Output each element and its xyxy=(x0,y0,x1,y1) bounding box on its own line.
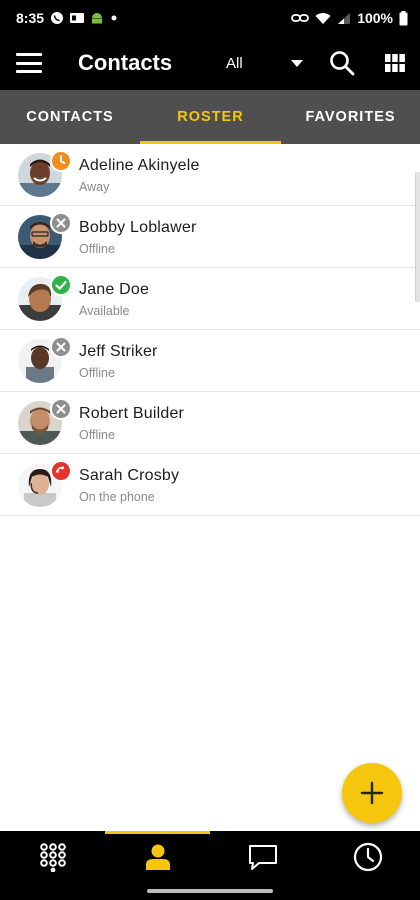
roster-list: Adeline Akinyele Away Bobby Loblawer Off… xyxy=(0,144,420,516)
app-bar: Contacts All xyxy=(0,36,420,90)
contact-name: Robert Builder xyxy=(79,405,185,422)
list-item[interactable]: Jane Doe Available xyxy=(0,268,420,330)
page-title: Contacts xyxy=(78,50,173,75)
filter-dropdown[interactable]: All xyxy=(218,36,308,90)
battery-icon xyxy=(399,10,408,25)
dropdown-caret-icon xyxy=(290,59,303,67)
contact-name: Jeff Striker xyxy=(79,343,158,360)
sim-icon xyxy=(70,13,85,23)
contact-status: Offline xyxy=(79,242,115,256)
presence-on-phone-icon xyxy=(50,460,72,482)
presence-offline-icon xyxy=(50,336,72,358)
add-contact-button[interactable] xyxy=(342,763,402,823)
plus-icon xyxy=(360,781,384,805)
tab-contacts[interactable]: CONTACTS xyxy=(0,90,140,144)
gesture-bar xyxy=(0,882,420,900)
contacts-screen: 8:35 100% Contacts All CONTACTS ROSTER F… xyxy=(0,0,420,900)
status-bar: 8:35 100% xyxy=(0,0,420,36)
history-clock-icon xyxy=(353,842,382,871)
contact-status: Available xyxy=(79,304,130,318)
tab-favorites[interactable]: FAVORITES xyxy=(281,90,420,144)
dialpad-icon xyxy=(39,842,66,872)
filter-value: All xyxy=(226,54,243,72)
nav-contacts[interactable] xyxy=(105,831,210,882)
tab-bar: CONTACTS ROSTER FAVORITES xyxy=(0,90,420,144)
presence-available-icon xyxy=(50,274,72,296)
list-item[interactable]: Sarah Crosby On the phone xyxy=(0,454,420,516)
nav-history[interactable] xyxy=(315,831,420,882)
list-item[interactable]: Robert Builder Offline xyxy=(0,392,420,454)
menu-icon[interactable] xyxy=(16,53,42,73)
signal-icon xyxy=(338,12,351,24)
whatsapp-icon xyxy=(51,12,64,24)
tab-roster[interactable]: ROSTER xyxy=(140,90,281,144)
contact-status: Away xyxy=(79,180,110,194)
dot-icon xyxy=(111,15,117,21)
android-icon xyxy=(92,13,103,24)
chat-icon xyxy=(248,844,277,870)
status-time: 8:35 xyxy=(16,10,45,26)
search-icon[interactable] xyxy=(328,49,356,77)
list-item[interactable]: Bobby Loblawer Offline xyxy=(0,206,420,268)
home-indicator[interactable] xyxy=(147,889,273,893)
nav-dialpad[interactable] xyxy=(0,831,105,882)
list-item[interactable]: Adeline Akinyele Away xyxy=(0,144,420,206)
contact-name: Sarah Crosby xyxy=(79,467,180,484)
nav-chat[interactable] xyxy=(210,831,315,882)
contact-name: Adeline Akinyele xyxy=(79,157,200,174)
presence-offline-icon xyxy=(50,398,72,420)
battery-percent: 100% xyxy=(357,10,393,26)
bottom-nav xyxy=(0,831,420,882)
contact-status: On the phone xyxy=(79,490,155,504)
contact-status: Offline xyxy=(79,366,115,380)
contact-name: Jane Doe xyxy=(79,281,150,298)
link-icon xyxy=(291,14,310,22)
contact-name: Bobby Loblawer xyxy=(79,219,197,236)
contacts-person-icon xyxy=(145,844,170,870)
grid-icon[interactable] xyxy=(384,52,406,74)
list-item[interactable]: Jeff Striker Offline xyxy=(0,330,420,392)
wifi-icon xyxy=(315,12,331,24)
presence-away-icon xyxy=(50,150,72,172)
contact-status: Offline xyxy=(79,428,115,442)
scroll-indicator[interactable] xyxy=(415,172,420,302)
presence-offline-icon xyxy=(50,212,72,234)
